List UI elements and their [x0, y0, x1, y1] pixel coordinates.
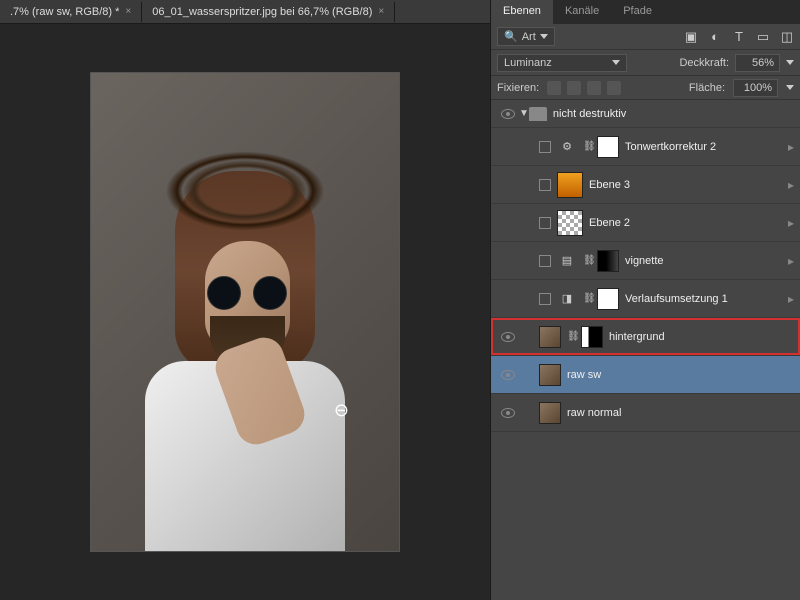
document-tab-1[interactable]: .7% (raw sw, RGB/8) * × — [0, 2, 142, 22]
document-image[interactable]: ⊖ — [90, 72, 400, 552]
visibility-toggle[interactable] — [501, 370, 515, 380]
layer-name: Tonwertkorrektur 2 — [625, 141, 780, 153]
layer-thumb[interactable] — [539, 364, 561, 386]
lock-position-icon[interactable] — [587, 81, 601, 95]
search-icon: 🔍 — [504, 30, 518, 43]
filter-smart-icon[interactable]: ◫ — [780, 30, 794, 44]
dropdown-label: Art — [522, 31, 536, 43]
layer-raw-sw[interactable]: raw sw — [491, 356, 800, 394]
lock-row: Fixieren: Fläche: 100% — [491, 76, 800, 100]
opacity-label: Deckkraft: — [679, 57, 729, 69]
layers-panel: Ebenen Kanäle Pfade 🔍 Art ▣ ◐ T ▭ ◫ Lumi… — [490, 0, 800, 600]
layer-name: Ebene 2 — [589, 217, 780, 229]
blend-mode-dropdown[interactable]: Luminanz — [497, 54, 627, 72]
filter-image-icon[interactable]: ▣ — [684, 30, 698, 44]
tab-kanale[interactable]: Kanäle — [553, 0, 611, 24]
layer-name: vignette — [625, 255, 780, 267]
chevron-down-icon[interactable] — [786, 85, 794, 90]
lock-paint-icon[interactable] — [567, 81, 581, 95]
menu-icon[interactable]: ▸ — [780, 178, 794, 192]
checkbox[interactable] — [539, 217, 551, 229]
levels-icon: ⚙ — [557, 137, 577, 157]
document-tabs: .7% (raw sw, RGB/8) * × 06_01_wasserspri… — [0, 0, 490, 24]
layer-hintergrund[interactable]: ⛓ hintergrund — [491, 318, 800, 356]
close-icon[interactable]: × — [125, 6, 131, 17]
layer-name: raw sw — [567, 369, 794, 381]
zoom-out-cursor-icon: ⊖ — [334, 400, 349, 421]
panel-tabs: Ebenen Kanäle Pfade — [491, 0, 800, 24]
canvas-area: .7% (raw sw, RGB/8) * × 06_01_wasserspri… — [0, 0, 490, 600]
layer-name: nicht destruktiv — [553, 108, 794, 120]
layer-ebene2[interactable]: Ebene 2 ▸ — [491, 204, 800, 242]
filter-type-dropdown[interactable]: 🔍 Art — [497, 27, 555, 46]
checkbox[interactable] — [539, 141, 551, 153]
fill-label: Fläche: — [689, 82, 725, 94]
tab-label: 06_01_wasserspritzer.jpg bei 66,7% (RGB/… — [152, 6, 372, 18]
layers-list: ▼ nicht destruktiv ⚙ ⛓ Tonwertkorrektur … — [491, 100, 800, 600]
layer-verlauf[interactable]: ◨ ⛓ Verlaufsumsetzung 1 ▸ — [491, 280, 800, 318]
link-icon: ⛓ — [583, 141, 591, 152]
link-icon: ⛓ — [583, 255, 591, 266]
layer-raw-normal[interactable]: raw normal — [491, 394, 800, 432]
image-subject — [135, 141, 355, 521]
tab-pfade[interactable]: Pfade — [611, 0, 664, 24]
checkbox[interactable] — [539, 293, 551, 305]
opacity-input[interactable]: 56% — [735, 54, 780, 72]
close-icon[interactable]: × — [378, 6, 384, 17]
mask-thumb[interactable] — [597, 136, 619, 158]
chevron-down-icon[interactable] — [786, 60, 794, 65]
layer-name: raw normal — [567, 407, 794, 419]
menu-icon[interactable]: ▸ — [780, 254, 794, 268]
chevron-down-icon[interactable]: ▼ — [519, 108, 529, 119]
filter-adjust-icon[interactable]: ◐ — [708, 30, 722, 44]
layer-thumb[interactable] — [539, 402, 561, 424]
layer-ebene3[interactable]: Ebene 3 ▸ — [491, 166, 800, 204]
filter-shape-icon[interactable]: ▭ — [756, 30, 770, 44]
tab-ebenen[interactable]: Ebenen — [491, 0, 553, 24]
filter-text-icon[interactable]: T — [732, 30, 746, 44]
visibility-toggle[interactable] — [501, 408, 515, 418]
layer-name: Ebene 3 — [589, 179, 780, 191]
document-tab-2[interactable]: 06_01_wasserspritzer.jpg bei 66,7% (RGB/… — [142, 2, 395, 22]
lock-all-icon[interactable] — [607, 81, 621, 95]
layer-thumb[interactable] — [557, 210, 583, 236]
layer-group[interactable]: ▼ nicht destruktiv — [491, 100, 800, 128]
checkbox[interactable] — [539, 179, 551, 191]
tab-label: .7% (raw sw, RGB/8) * — [10, 6, 119, 18]
link-icon: ⛓ — [583, 293, 591, 304]
link-icon: ⛓ — [567, 331, 575, 342]
layer-name: hintergrund — [609, 331, 794, 343]
folder-icon — [529, 107, 547, 121]
menu-icon[interactable]: ▸ — [780, 216, 794, 230]
mask-thumb[interactable] — [597, 250, 619, 272]
layer-thumb[interactable] — [539, 326, 561, 348]
workspace[interactable]: ⊖ — [0, 24, 490, 600]
panel-toolbar: 🔍 Art ▣ ◐ T ▭ ◫ — [491, 24, 800, 50]
chevron-down-icon — [540, 34, 548, 39]
blend-label: Luminanz — [504, 57, 552, 69]
menu-icon[interactable]: ▸ — [780, 292, 794, 306]
lock-transparent-icon[interactable] — [547, 81, 561, 95]
gradient-map-icon: ◨ — [557, 289, 577, 309]
mask-thumb[interactable] — [597, 288, 619, 310]
layer-vignette[interactable]: ▤ ⛓ vignette ▸ — [491, 242, 800, 280]
visibility-toggle[interactable] — [501, 332, 515, 342]
mask-thumb[interactable] — [581, 326, 603, 348]
layer-tonwert[interactable]: ⚙ ⛓ Tonwertkorrektur 2 ▸ — [491, 128, 800, 166]
layer-thumb[interactable] — [557, 172, 583, 198]
levels-icon: ▤ — [557, 251, 577, 271]
blend-row: Luminanz Deckkraft: 56% — [491, 50, 800, 76]
menu-icon[interactable]: ▸ — [780, 140, 794, 154]
visibility-toggle[interactable] — [501, 109, 515, 119]
layer-name: Verlaufsumsetzung 1 — [625, 293, 780, 305]
lock-label: Fixieren: — [497, 82, 539, 94]
checkbox[interactable] — [539, 255, 551, 267]
chevron-down-icon — [612, 60, 620, 65]
fill-input[interactable]: 100% — [733, 79, 778, 97]
